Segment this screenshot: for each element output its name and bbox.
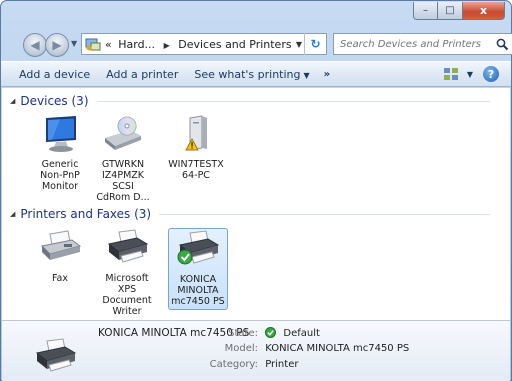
collapse-triangle-icon[interactable]: ◢ bbox=[10, 210, 15, 218]
add-printer-button[interactable]: Add a printer bbox=[98, 68, 186, 81]
address-bar[interactable]: « Hard... ▶ Devices and Printers ▼ ↻ bbox=[81, 33, 327, 55]
default-printer-icon bbox=[177, 230, 220, 265]
breadcrumb-item-devices[interactable]: Devices and Printers bbox=[178, 38, 291, 51]
see-printing-button[interactable]: See what's printing ▼ bbox=[186, 68, 317, 81]
devices-content-pane: ◢ Devices (3) Generic Non-PnP Monitor GT… bbox=[2, 88, 510, 320]
caption-buttons: – □ x bbox=[413, 2, 505, 20]
device-label: GTWRKN IZ4PMZK SCSI CdRom D... bbox=[96, 159, 150, 203]
maximize-button[interactable]: □ bbox=[438, 2, 463, 20]
device-item-cdrom[interactable]: GTWRKN IZ4PMZK SCSI CdRom D... bbox=[95, 114, 151, 203]
add-device-button[interactable]: Add a device bbox=[11, 68, 98, 81]
printer-icon bbox=[35, 338, 77, 372]
fax-icon bbox=[40, 230, 82, 260]
details-category-row: Category: Printer bbox=[198, 359, 299, 370]
control-panel-icon bbox=[85, 38, 101, 51]
devices-group-title: Devices (3) bbox=[20, 94, 89, 108]
device-item-generic-monitor[interactable]: Generic Non-PnP Monitor bbox=[32, 114, 88, 192]
command-bar: Add a device Add a printer See what's pr… bbox=[1, 61, 511, 87]
breadcrumb-overflow[interactable]: « bbox=[105, 38, 112, 51]
refresh-icon: ↻ bbox=[310, 37, 321, 51]
dropdown-arrow-icon: ▼ bbox=[303, 70, 310, 80]
printer-icon bbox=[107, 229, 149, 263]
navigation-bar: ◀ ▶ ▼ « Hard... ▶ Devices and Printers ▼… bbox=[19, 31, 512, 59]
printer-label: Fax bbox=[51, 273, 69, 284]
printer-item-fax[interactable]: Fax bbox=[32, 228, 88, 284]
more-commands-button[interactable]: » bbox=[318, 69, 336, 80]
arrow-left-icon: ◀ bbox=[30, 38, 40, 52]
model-label: Model: bbox=[224, 343, 258, 354]
default-check-icon bbox=[265, 327, 277, 338]
cdrom-drive-icon bbox=[105, 116, 141, 150]
view-dropdown-icon[interactable]: ▼ bbox=[467, 70, 473, 79]
breadcrumb: « Hard... ▶ Devices and Printers bbox=[105, 38, 292, 51]
device-item-computer[interactable]: WIN7TESTX 64-PC bbox=[168, 114, 224, 181]
device-label: Generic Non-PnP Monitor bbox=[40, 159, 80, 192]
printer-item-konica[interactable]: KONICA MINOLTA mc7450 PS bbox=[168, 228, 228, 310]
arrow-right-icon: ▶ bbox=[52, 38, 62, 52]
details-model-row: Model: KONICA MINOLTA mc7450 PS bbox=[198, 343, 410, 354]
see-printing-label: See what's printing bbox=[194, 67, 301, 81]
back-button[interactable]: ◀ bbox=[23, 33, 47, 57]
search-input[interactable] bbox=[340, 38, 490, 50]
group-divider bbox=[159, 213, 490, 215]
minimize-button[interactable]: – bbox=[413, 2, 438, 20]
category-label: Category: bbox=[209, 359, 258, 370]
state-value: Default bbox=[283, 328, 320, 339]
devices-group-header[interactable]: ◢ Devices (3) bbox=[10, 94, 490, 108]
printer-label: Microsoft XPS Document Writer bbox=[102, 273, 152, 317]
details-pane: KONICA MINOLTA mc7450 PS State: Default … bbox=[2, 320, 510, 381]
refresh-button[interactable]: ↻ bbox=[304, 33, 326, 55]
help-icon[interactable]: ? bbox=[483, 66, 499, 82]
group-divider bbox=[96, 100, 490, 102]
device-label: WIN7TESTX 64-PC bbox=[168, 159, 224, 181]
forward-button[interactable]: ▶ bbox=[45, 33, 69, 57]
address-dropdown-icon[interactable]: ▼ bbox=[296, 40, 302, 49]
printer-label: KONICA MINOLTA mc7450 PS bbox=[171, 274, 225, 307]
printers-group-title: Printers and Faxes (3) bbox=[20, 207, 152, 221]
close-button[interactable]: x bbox=[463, 2, 505, 20]
search-icon[interactable] bbox=[496, 38, 509, 51]
breadcrumb-separator-icon[interactable]: ▶ bbox=[164, 41, 170, 50]
category-value: Printer bbox=[265, 359, 299, 370]
collapse-triangle-icon[interactable]: ◢ bbox=[10, 97, 15, 105]
printers-group-header[interactable]: ◢ Printers and Faxes (3) bbox=[10, 207, 490, 221]
printer-item-xps-writer[interactable]: Microsoft XPS Document Writer bbox=[99, 228, 155, 317]
search-box[interactable] bbox=[333, 33, 512, 55]
change-view-icon[interactable] bbox=[443, 67, 459, 81]
details-state-row: State: Default bbox=[198, 327, 320, 339]
monitor-icon bbox=[46, 116, 76, 152]
recent-pages-dropdown[interactable]: ▼ bbox=[71, 39, 77, 48]
model-value: KONICA MINOLTA mc7450 PS bbox=[265, 343, 410, 354]
state-label: State: bbox=[228, 328, 258, 339]
breadcrumb-item-hardware[interactable]: Hard... bbox=[118, 38, 155, 51]
explorer-window: – □ x ◀ ▶ ▼ « Hard... ▶ Devices and Prin… bbox=[0, 0, 512, 381]
computer-tower-warning-icon bbox=[185, 115, 207, 151]
